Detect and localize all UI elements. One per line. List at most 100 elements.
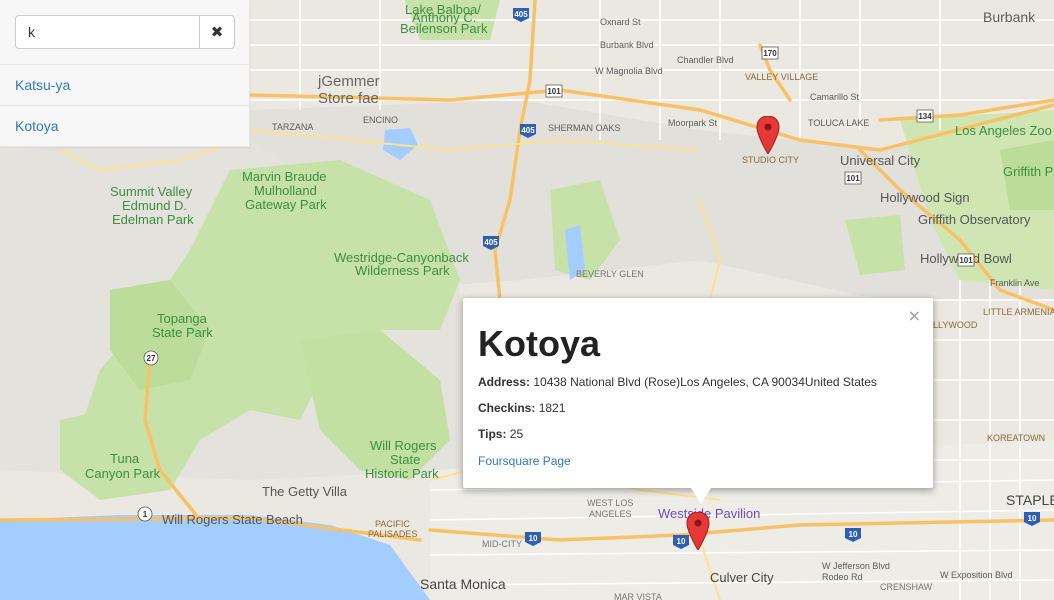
- list-item[interactable]: Kotoya: [0, 106, 249, 147]
- map-label-lake-balboa-3: Beilenson Park: [400, 21, 488, 36]
- svg-text:101: 101: [846, 174, 860, 183]
- map-label-w-jefferson: W Jefferson Blvd: [822, 561, 890, 571]
- map-label-magnolia: W Magnolia Blvd: [595, 66, 663, 76]
- map-label-will-rogers-1: Will Rogers: [370, 438, 437, 453]
- map-label-pacific-2: PALISADES: [368, 529, 417, 539]
- info-address-label: Address:: [478, 375, 531, 389]
- map-label-hollywood-sign: Hollywood Sign: [880, 190, 970, 205]
- highway-shield-170: 170: [761, 46, 779, 60]
- info-checkins-row: Checkins: 1821: [478, 400, 918, 416]
- info-window-pointer: [691, 488, 711, 504]
- map-label-tuna-2: Canyon Park: [85, 466, 161, 481]
- map-label-santa-monica: Santa Monica: [420, 576, 506, 592]
- svg-text:101: 101: [547, 87, 561, 96]
- svg-text:10: 10: [849, 530, 858, 539]
- map-label-westridge-2: Wilderness Park: [355, 263, 450, 278]
- highway-shield-101-c: 101: [957, 253, 975, 267]
- map-label-marvin-2: Mulholland: [254, 183, 317, 198]
- map-marker-katsu-ya[interactable]: [756, 115, 780, 155]
- map-label-burbank: Burbank: [983, 9, 1036, 25]
- close-icon[interactable]: ×: [908, 306, 921, 325]
- info-tips-value: 25: [509, 427, 524, 441]
- map-label-topanga-1: Topanga: [157, 311, 208, 326]
- map-label-griffith-obs: Griffith Observatory: [918, 212, 1031, 227]
- map-label-mar-vista: MAR VISTA: [614, 592, 662, 600]
- map-label-universal-city: Universal City: [840, 153, 921, 168]
- map-label-summit-2: Edmund D.: [122, 198, 187, 213]
- map-label-getty: The Getty Villa: [262, 484, 348, 499]
- svg-text:405: 405: [521, 126, 535, 135]
- info-tips-label: Tips:: [478, 427, 507, 441]
- map-label-burbank-blvd: Burbank Blvd: [600, 40, 654, 50]
- map-label-sherman-oaks: SHERMAN OAKS: [548, 123, 621, 133]
- map-label-w-expo: W Exposition Blvd: [940, 570, 1013, 580]
- times-icon: ✖: [210, 23, 224, 41]
- map-label-moorpark: Moorpark St: [668, 118, 718, 128]
- map-label-tarzana: TARZANA: [272, 122, 313, 132]
- highway-shield-101-b: 101: [844, 171, 862, 185]
- map-label-beverly-glen: BEVERLY GLEN: [576, 269, 644, 279]
- map-label-franklin: Franklin Ave: [990, 278, 1039, 288]
- sidebar: ✖ Katsu-ya Kotoya: [0, 0, 250, 147]
- map-label-camarillo: Camarillo St: [810, 92, 860, 102]
- search-input[interactable]: [15, 15, 199, 49]
- map-label-jgemmer-2: Store fae: [318, 90, 379, 107]
- highway-shield-27: 27: [143, 350, 159, 366]
- info-checkins-value: 1821: [538, 401, 566, 415]
- svg-text:405: 405: [514, 10, 528, 19]
- result-link-katsu-ya[interactable]: Katsu-ya: [15, 77, 70, 93]
- svg-text:1: 1: [143, 510, 148, 519]
- svg-text:27: 27: [147, 354, 156, 363]
- svg-text:10: 10: [677, 537, 686, 546]
- map-label-hollywood-sm: LLYWOOD: [933, 320, 978, 330]
- foursquare-page-link[interactable]: Foursquare Page: [478, 454, 571, 468]
- map-pin-icon: [756, 115, 780, 155]
- clear-search-button[interactable]: ✖: [199, 15, 235, 49]
- map-label-west-la-2: ANGELES: [589, 509, 632, 519]
- map-marker-kotoya[interactable]: [686, 511, 710, 551]
- highway-shield-101-a: 101: [545, 84, 563, 98]
- map-label-staples: STAPLE: [1006, 492, 1054, 508]
- map-label-beach: Will Rogers State Beach: [162, 512, 303, 527]
- map-label-summit-3: Edelman Park: [112, 212, 194, 227]
- map-label-la-zoo: Los Angeles Zoo: [955, 123, 1052, 138]
- map-label-will-rogers-3: Historic Park: [365, 466, 439, 481]
- info-checkins-label: Checkins:: [478, 401, 536, 415]
- map-label-marvin-3: Gateway Park: [245, 197, 327, 212]
- search-bar: ✖: [0, 0, 249, 65]
- app-root: Burbank Lake Balboa/ Anthony C. Beilenso…: [0, 0, 1054, 600]
- info-tips-row: Tips: 25: [478, 426, 918, 442]
- svg-text:405: 405: [484, 238, 498, 247]
- svg-text:101: 101: [959, 256, 973, 265]
- map-label-west-la-1: WEST LOS: [587, 498, 633, 508]
- map-pin-icon: [686, 511, 710, 551]
- map-label-encino: ENCINO: [363, 115, 398, 125]
- map-label-jgemmer-1: jGemmer: [317, 73, 380, 90]
- map-label-koreatown: KOREATOWN: [987, 433, 1045, 443]
- map-label-mid-city: MID-CITY: [482, 539, 522, 549]
- map-label-griffith-park: Griffith P: [1003, 164, 1053, 179]
- info-address-value: 10438 National Blvd (Rose)Los Angeles, C…: [533, 375, 877, 389]
- map-label-studio-city: STUDIO CITY: [742, 155, 799, 165]
- info-window-title: Kotoya: [478, 323, 601, 364]
- info-window: × Kotoya Address: 10438 National Blvd (R…: [463, 298, 933, 504]
- map-label-summit-1: Summit Valley: [110, 184, 193, 199]
- svg-text:170: 170: [763, 49, 777, 58]
- map-label-crenshaw: CRENSHAW: [880, 582, 933, 592]
- map-label-chandler: Chandler Blvd: [677, 55, 734, 65]
- list-item[interactable]: Katsu-ya: [0, 65, 249, 106]
- map-label-topanga-2: State Park: [152, 325, 213, 340]
- map-label-toluca-lake: TOLUCA LAKE: [808, 118, 869, 128]
- map-label-marvin-1: Marvin Braude: [242, 169, 327, 184]
- highway-shield-134: 134: [916, 109, 934, 123]
- map-label-will-rogers-2: State: [390, 452, 420, 467]
- svg-text:10: 10: [1028, 514, 1037, 523]
- map-label-oxnard: Oxnard St: [600, 17, 641, 27]
- highway-shield-1: 1: [137, 506, 153, 522]
- map-label-pacific-1: PACIFIC: [375, 519, 410, 529]
- result-link-kotoya[interactable]: Kotoya: [15, 118, 59, 134]
- svg-text:134: 134: [918, 112, 932, 121]
- map-label-rodeo: Rodeo Rd: [822, 572, 863, 582]
- info-address-row: Address: 10438 National Blvd (Rose)Los A…: [478, 374, 918, 390]
- map-label-little-armenia: LITTLE ARMENIA: [983, 307, 1054, 317]
